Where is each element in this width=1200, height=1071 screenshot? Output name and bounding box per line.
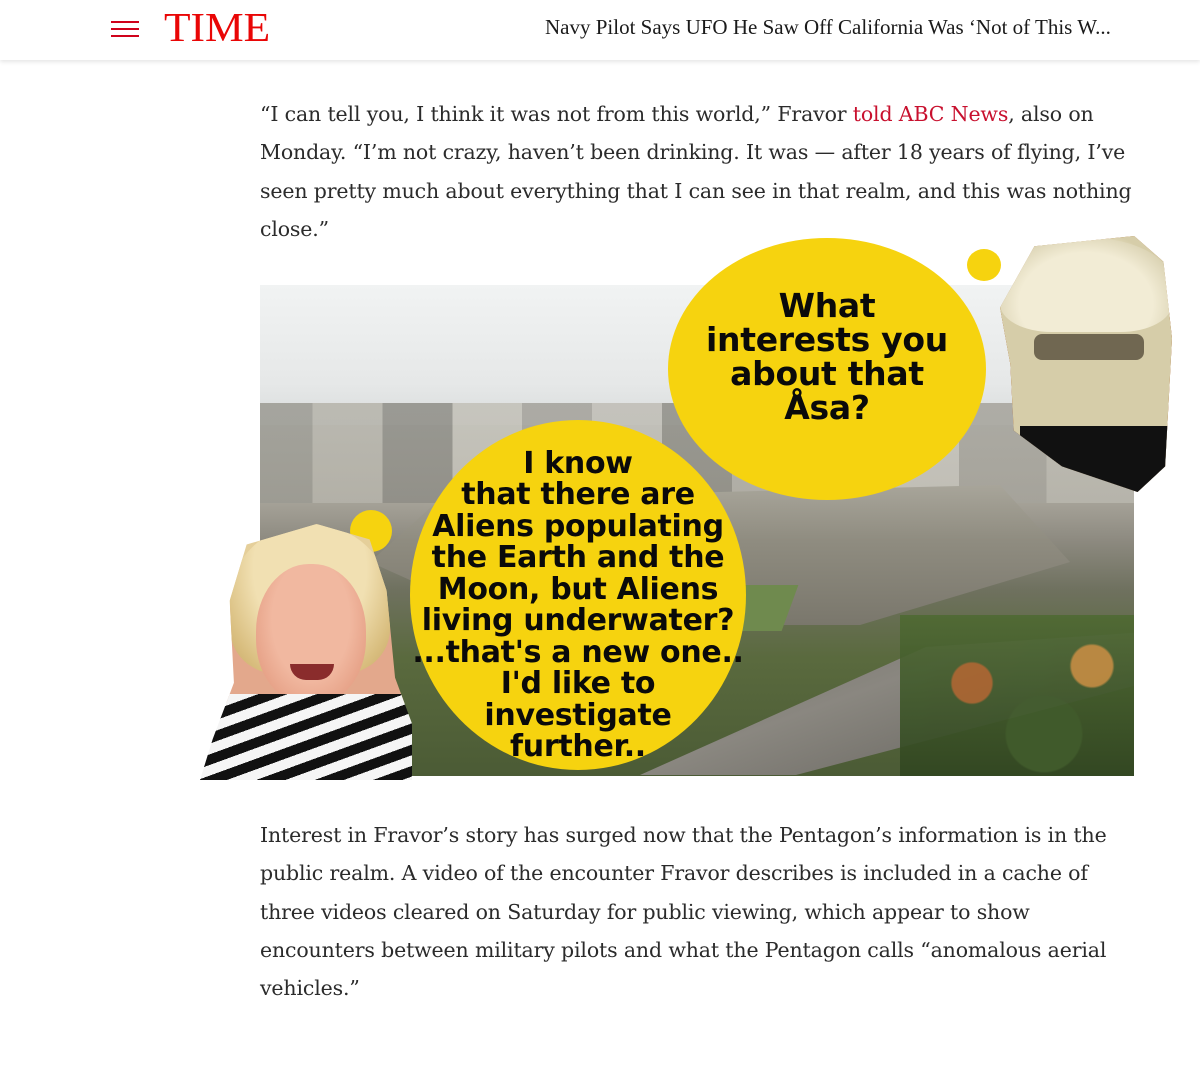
article-headline: Navy Pilot Says UFO He Saw Off Californi… — [545, 15, 1111, 39]
man-glasses — [1034, 334, 1144, 360]
woman-striped-shirt — [200, 694, 412, 780]
photo-trees — [900, 615, 1134, 776]
article-paragraph-1: “I can tell you, I think it was not from… — [260, 95, 1140, 248]
menu-bar-bottom — [111, 35, 139, 37]
site-header: TIME Navy Pilot Says UFO He Saw Off Cali… — [0, 0, 1200, 60]
cowboy-hat — [1000, 238, 1172, 332]
time-logo[interactable]: TIME — [164, 4, 270, 50]
hamburger-menu-icon[interactable] — [108, 14, 142, 44]
menu-bar-middle — [111, 28, 139, 30]
paragraph-1-text-start: “I can tell you, I think it was not from… — [260, 102, 853, 126]
article-paragraph-2: Interest in Fravor’s story has surged no… — [260, 823, 1107, 1001]
thought-dot-right — [967, 249, 1001, 281]
woman-face — [256, 564, 366, 704]
abc-news-link[interactable]: told ABC News — [853, 102, 1009, 126]
menu-bar-top — [111, 21, 139, 23]
speech-bubble-top-text: What interests you about that Åsa? — [706, 286, 948, 427]
speech-bubble-left-text: I know that there are Aliens populating … — [412, 445, 744, 764]
speech-bubble-left: I know that there are Aliens populating … — [410, 420, 746, 770]
